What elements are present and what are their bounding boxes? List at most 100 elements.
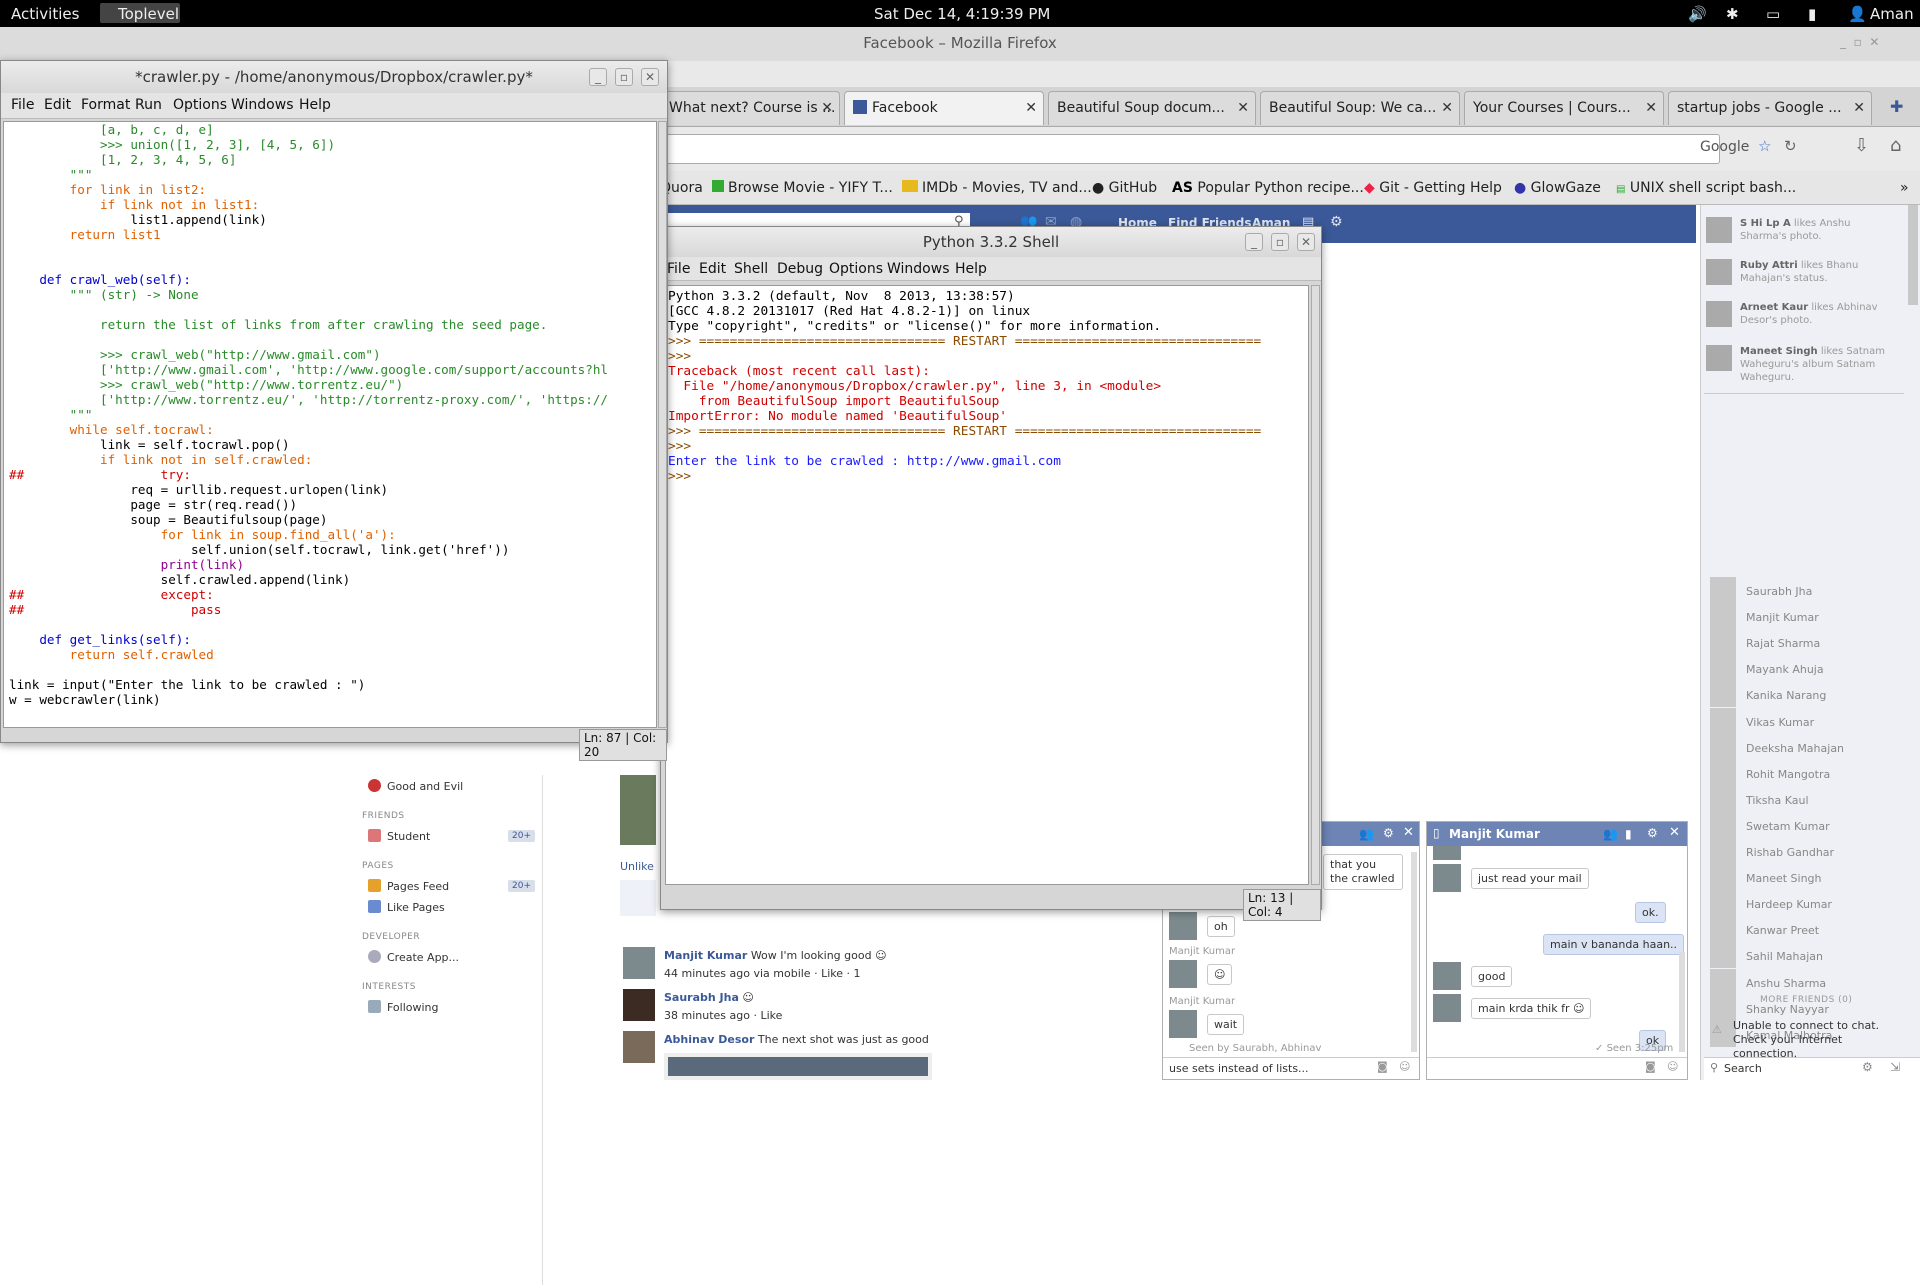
camera-icon[interactable]: ◙	[1645, 1060, 1656, 1073]
menu-format[interactable]: Format	[81, 97, 130, 113]
close-icon[interactable]: ✕	[1669, 825, 1680, 840]
tab-bs-docs[interactable]: Beautiful Soup docum... ✕	[1048, 91, 1256, 125]
menu-file[interactable]: File	[11, 97, 34, 113]
avatar[interactable]	[1433, 962, 1461, 990]
menu-windows[interactable]: Windows	[887, 261, 950, 277]
menu-windows[interactable]: Windows	[231, 97, 294, 113]
avatar[interactable]	[1433, 864, 1461, 892]
ticker-item[interactable]: Ruby Attri likes Bhanu Mahajan's status.	[1740, 259, 1900, 285]
user-menu[interactable]: Aman	[1870, 5, 1914, 23]
tab-courses[interactable]: Your Courses | Cours... ✕	[1464, 91, 1664, 125]
shell-output[interactable]: Python 3.3.2 (default, Nov 8 2013, 13:38…	[665, 285, 1309, 885]
ticker-item[interactable]: Maneet Singh likes Satnam Waheguru's alb…	[1740, 345, 1900, 384]
menu-run[interactable]: Run	[135, 97, 162, 113]
minimize-icon[interactable]: _	[1245, 233, 1263, 251]
clock[interactable]: Sat Dec 14, 4:19:39 PM	[874, 5, 1050, 23]
menu-options[interactable]: Options	[829, 261, 883, 277]
left-good-and-evil[interactable]: Good and Evil	[368, 779, 463, 793]
chat-scrollbar[interactable]	[1411, 852, 1417, 1052]
chat-search-input[interactable]: Search	[1724, 1062, 1762, 1075]
left-like-pages[interactable]: Like Pages	[368, 900, 445, 914]
reload-icon[interactable]: ↻	[1784, 137, 1797, 155]
editor-scrollbar[interactable]	[658, 121, 667, 728]
bookmark-git-help[interactable]: ◆ Git - Getting Help	[1364, 180, 1502, 196]
avatar[interactable]	[1433, 994, 1461, 1022]
download-icon[interactable]: ⇩	[1854, 135, 1869, 156]
display-icon[interactable]: ▭	[1766, 5, 1780, 23]
close-icon[interactable]: ✕	[1025, 92, 1037, 124]
avatar[interactable]	[1433, 846, 1461, 860]
left-following[interactable]: Following	[368, 1000, 439, 1014]
left-create-app[interactable]: Create App...	[368, 950, 459, 964]
avatar[interactable]	[1169, 912, 1197, 940]
camera-icon[interactable]: ◙	[1377, 1060, 1388, 1073]
close-icon[interactable]: ✕	[1853, 92, 1865, 124]
settings-icon[interactable]: ⚙	[1330, 214, 1343, 230]
volume-icon[interactable]: 🔊	[1688, 5, 1707, 23]
avatar[interactable]	[623, 947, 655, 979]
window-controls[interactable]: _ ▫ ✕	[1840, 35, 1879, 49]
left-pages-feed[interactable]: Pages Feed	[368, 879, 449, 893]
chat-scrollbar[interactable]	[1679, 952, 1685, 1052]
url-field[interactable]	[660, 134, 1720, 164]
add-friend-icon[interactable]: 👥	[1603, 827, 1618, 841]
ticker-item[interactable]: S Hi Lp A likes Anshu Sharma's photo.	[1740, 217, 1900, 243]
popout-icon[interactable]: ⇲	[1890, 1060, 1900, 1074]
video-icon[interactable]: ▮	[1625, 827, 1632, 841]
avatar[interactable]	[1169, 1010, 1197, 1038]
emoticon-icon[interactable]: ☺	[1667, 1060, 1678, 1073]
gear-icon[interactable]: ⚙	[1647, 826, 1658, 840]
avatar[interactable]	[1706, 217, 1732, 243]
avatar[interactable]	[623, 989, 655, 1021]
tab-bs-we-called[interactable]: Beautiful Soup: We ca... ✕	[1260, 91, 1460, 125]
battery-icon[interactable]: ▮	[1808, 5, 1816, 23]
close-icon[interactable]: ✕	[1403, 825, 1414, 840]
more-friends[interactable]: MORE FRIENDS (0)	[1760, 995, 1852, 1005]
avatar[interactable]	[1706, 259, 1732, 285]
left-student[interactable]: Student	[368, 829, 430, 843]
unlike-link[interactable]: Unlike	[620, 860, 654, 873]
close-icon[interactable]: ✕	[641, 68, 659, 86]
post-author[interactable]: Saurabh Jha	[664, 991, 739, 1004]
search-engine-label[interactable]: Google	[1700, 139, 1749, 155]
feed-photo-thumb[interactable]	[620, 775, 656, 845]
menu-edit[interactable]: Edit	[699, 261, 726, 277]
menu-edit[interactable]: Edit	[44, 97, 71, 113]
close-icon[interactable]: ✕	[1441, 92, 1453, 124]
menu-file[interactable]: File	[667, 261, 690, 277]
close-icon[interactable]: ✕	[821, 92, 833, 124]
minimize-icon[interactable]: _	[589, 68, 607, 86]
avatar[interactable]	[1706, 345, 1732, 371]
close-icon[interactable]: ✕	[1297, 233, 1315, 251]
star-icon[interactable]: ☆	[1758, 137, 1771, 155]
ticker-item[interactable]: Arneet Kaur likes Abhinav Desor's photo.	[1740, 301, 1900, 327]
gear-icon[interactable]: ⚙	[1862, 1060, 1873, 1074]
post-author[interactable]: Abhinav Desor	[664, 1033, 754, 1046]
tab-what-next[interactable]: What next? Course is ... ✕	[660, 91, 840, 125]
home-icon[interactable]: ⌂	[1890, 135, 1901, 156]
close-icon[interactable]: ✕	[1645, 92, 1657, 124]
menu-shell[interactable]: Shell	[734, 261, 768, 277]
bookmark-unix-shell[interactable]: ▤ UNIX shell script bash...	[1616, 180, 1796, 196]
bookmark-imdb[interactable]: IMDb - Movies, TV and...	[902, 180, 1092, 196]
bookmark-github[interactable]: ● GitHub	[1092, 180, 1157, 196]
menu-help[interactable]: Help	[299, 97, 331, 113]
maximize-icon[interactable]: ▫	[615, 68, 633, 86]
menu-debug[interactable]: Debug	[777, 261, 823, 277]
avatar[interactable]	[623, 1031, 655, 1063]
close-icon[interactable]: ✕	[1237, 92, 1249, 124]
tab-facebook[interactable]: Facebook ✕	[844, 91, 1044, 125]
emoticon-icon[interactable]: ☺	[1399, 1060, 1410, 1073]
shell-scrollbar[interactable]	[1311, 285, 1320, 885]
avatar[interactable]	[1706, 301, 1732, 327]
avatar[interactable]	[1169, 960, 1197, 988]
activities-button[interactable]: Activities	[11, 5, 79, 23]
bookmarks-overflow[interactable]: »	[1900, 180, 1909, 196]
maximize-icon[interactable]: ▫	[1271, 233, 1289, 251]
code-editor[interactable]: [a, b, c, d, e] >>> union([1, 2, 3], [4,…	[3, 121, 657, 728]
gear-icon[interactable]: ⚙	[1383, 826, 1394, 840]
feed-post-1-meta[interactable]: 44 minutes ago via mobile · Like · 1	[664, 967, 861, 980]
bluetooth-icon[interactable]: ✱	[1726, 5, 1739, 23]
menu-help[interactable]: Help	[955, 261, 987, 277]
menu-options[interactable]: Options	[173, 97, 227, 113]
